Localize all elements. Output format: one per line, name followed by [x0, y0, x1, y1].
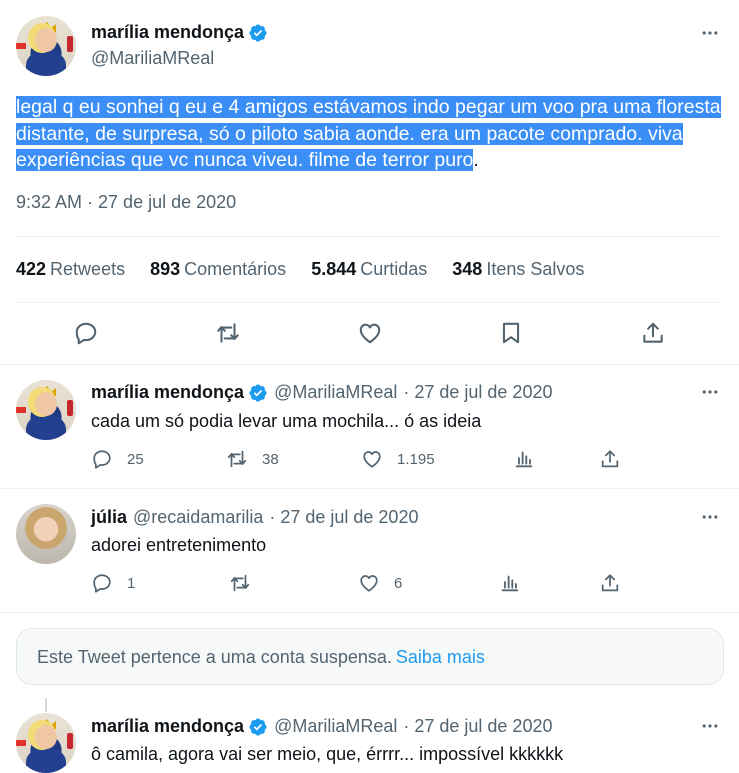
divider [16, 236, 723, 237]
like-icon[interactable]: 6 [358, 572, 402, 594]
stat-comments[interactable]: 893 Comentários [150, 259, 286, 280]
more-icon[interactable] [699, 381, 721, 403]
like-icon[interactable]: 1.195 [361, 448, 435, 470]
suspended-account-notice: Este Tweet pertence a uma conta suspensa… [16, 628, 724, 685]
tweet-text: legal q eu sonhei q eu e 4 amigos estáva… [16, 94, 726, 174]
display-name[interactable]: marília mendonça [91, 22, 244, 43]
learn-more-link[interactable]: Saiba mais [396, 647, 485, 667]
stat-retweets[interactable]: 422 Retweets [16, 259, 125, 280]
more-icon[interactable] [699, 506, 721, 528]
divider [0, 488, 739, 489]
share-icon[interactable] [599, 572, 621, 594]
reply-count: 25 [127, 450, 144, 468]
reply-date[interactable]: · 27 de jul de 2020 [269, 507, 418, 528]
retweet-icon[interactable] [215, 320, 241, 346]
retweet-icon[interactable] [229, 572, 265, 594]
reply-text: ô camila, agora vai ser meio, que, érrrr… [91, 744, 564, 764]
reply-icon[interactable]: 25 [91, 448, 144, 470]
display-name[interactable]: marília mendonça [91, 716, 244, 737]
avatar[interactable] [16, 504, 76, 564]
bookmark-icon[interactable] [498, 320, 524, 346]
author-handle[interactable]: @MariliaMReal [274, 382, 397, 403]
author-handle[interactable]: @MariliaMReal [274, 716, 397, 737]
reply-icon[interactable] [73, 320, 99, 346]
reply-header: marília mendonça @MariliaMReal · 27 de j… [91, 716, 552, 737]
selected-text: legal q eu sonhei q eu e 4 amigos estáva… [16, 96, 721, 171]
like-count: 6 [394, 574, 403, 592]
tweet-action-bar [0, 310, 739, 356]
reply-header: marília mendonça @MariliaMReal · 27 de j… [91, 382, 552, 403]
thread-line [45, 698, 47, 712]
reply-date[interactable]: · 27 de jul de 2020 [403, 382, 552, 403]
retweet-icon[interactable]: 38 [226, 448, 279, 470]
author-handle[interactable]: @recaidamarilia [133, 507, 263, 528]
tweet-timestamp[interactable]: 9:32 AM · 27 de jul de 2020 [16, 192, 236, 213]
share-icon[interactable] [599, 448, 621, 470]
reply-text: cada um só podia levar uma mochila... ó … [91, 411, 482, 431]
verified-badge-icon [248, 383, 268, 403]
suspended-notice-text: Este Tweet pertence a uma conta suspensa… [37, 647, 392, 667]
display-name[interactable]: júlia [91, 507, 127, 528]
reply-actions: 25 38 1.195 [0, 448, 739, 476]
display-name[interactable]: marília mendonça [91, 382, 244, 403]
author-name-row: marília mendonça [91, 22, 268, 43]
views-icon[interactable] [499, 572, 521, 594]
reply-icon[interactable]: 1 [91, 572, 135, 594]
author-handle[interactable]: @MariliaMReal [91, 48, 214, 69]
retweet-count: 38 [262, 450, 279, 468]
reply-text: adorei entretenimento [91, 535, 267, 555]
like-icon[interactable] [357, 320, 383, 346]
views-icon[interactable] [513, 448, 535, 470]
reply-header: júlia @recaidamarilia · 27 de jul de 202… [91, 507, 418, 528]
divider [16, 302, 723, 303]
divider [0, 364, 739, 365]
avatar[interactable] [16, 380, 76, 440]
tweet-stats: 422 Retweets 893 Comentários 5.844 Curtidas… [16, 259, 584, 280]
avatar[interactable] [16, 16, 76, 76]
more-icon[interactable] [699, 22, 721, 44]
share-icon[interactable] [640, 320, 666, 346]
reply-actions: 1 6 [0, 572, 739, 600]
avatar[interactable] [16, 713, 76, 773]
reply-date[interactable]: · 27 de jul de 2020 [403, 716, 552, 737]
verified-badge-icon [248, 717, 268, 737]
tweet-text-end: . [473, 149, 479, 171]
stat-likes[interactable]: 5.844 Curtidas [311, 259, 427, 280]
like-count: 1.195 [397, 450, 435, 468]
reply-count: 1 [127, 574, 136, 592]
stat-bookmarks[interactable]: 348 Itens Salvos [452, 259, 584, 280]
divider [0, 612, 739, 613]
more-icon[interactable] [699, 715, 721, 737]
verified-badge-icon [248, 23, 268, 43]
